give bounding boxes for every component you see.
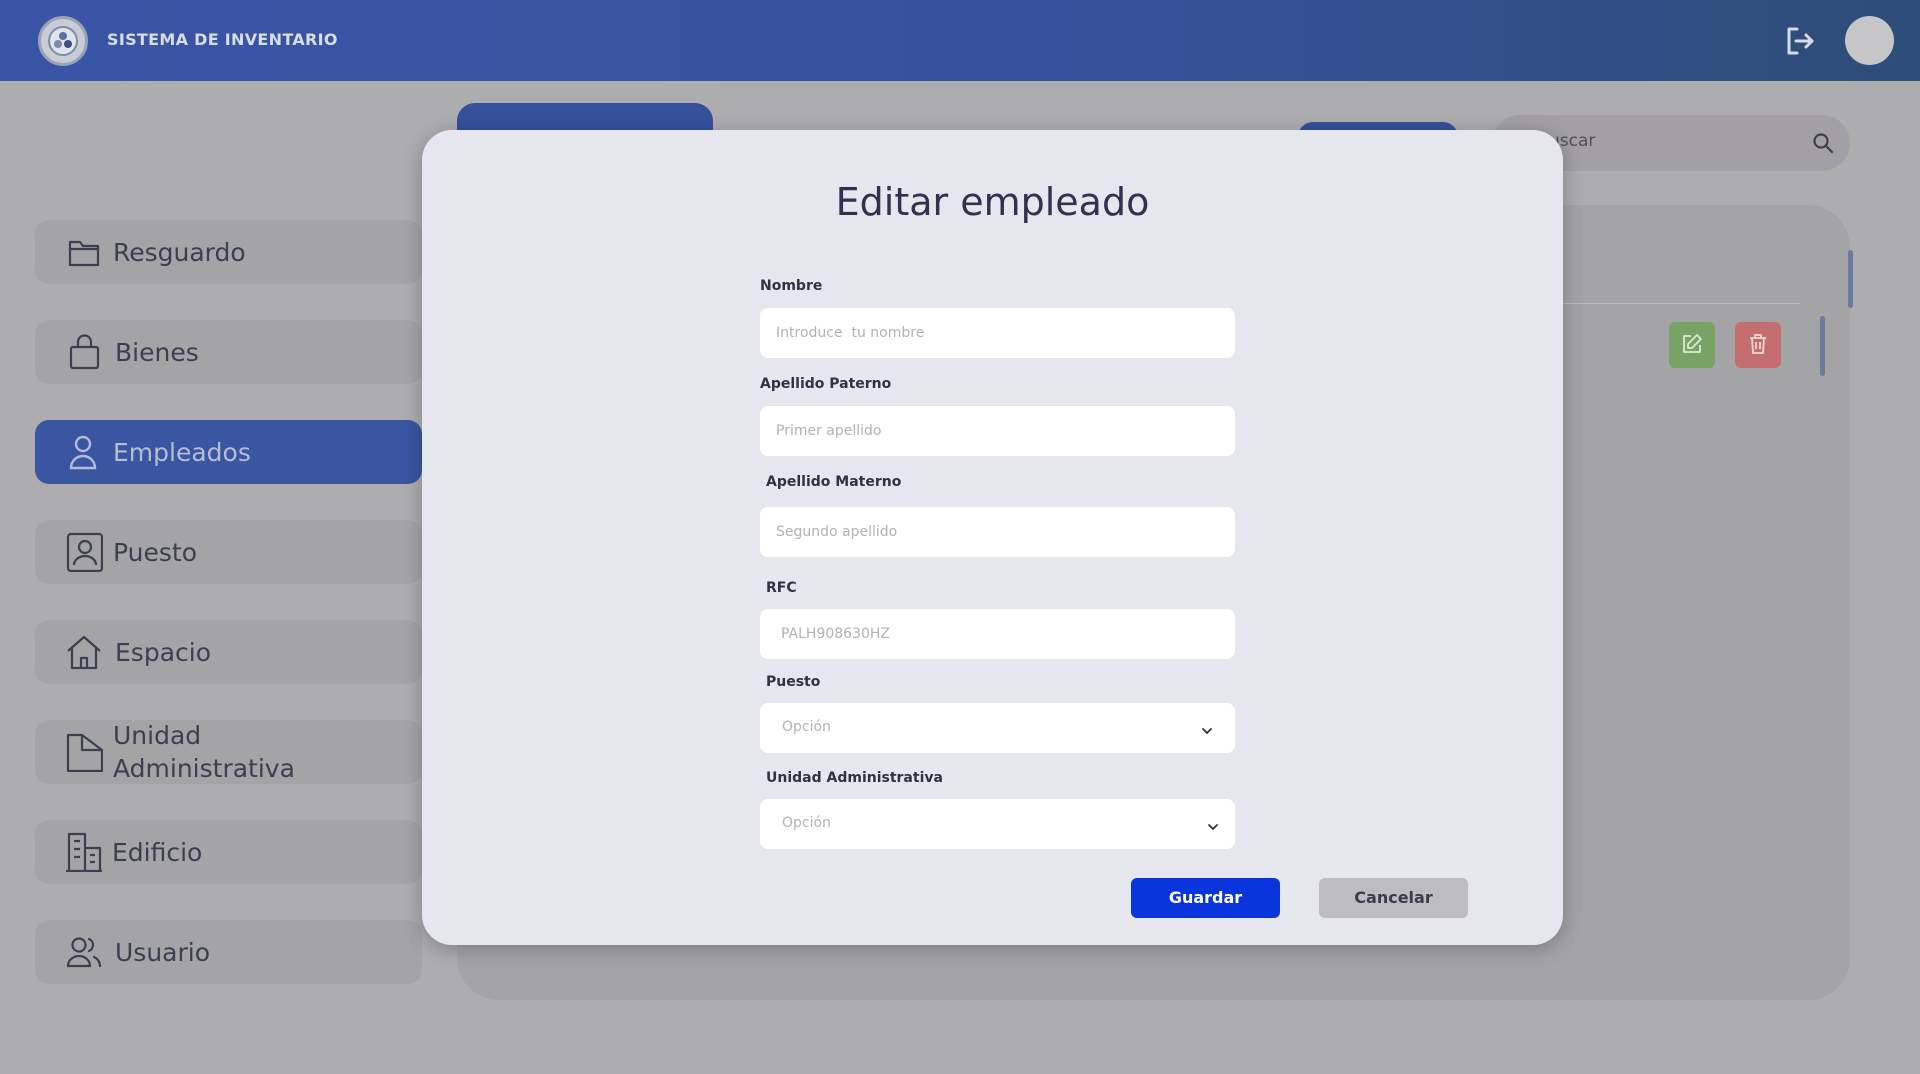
sidebar-item-puesto[interactable]: Puesto — [35, 520, 422, 584]
sidebar-item-bienes[interactable]: Bienes — [35, 320, 422, 384]
sidebar-item-label: Bienes — [115, 337, 199, 367]
puesto-label: Puesto — [766, 674, 821, 690]
unidad-administrativa-select[interactable]: Opción — [760, 799, 1235, 849]
sidebar-item-label: Resguardo — [113, 237, 246, 267]
app-title: SISTEMA DE INVENTARIO — [107, 30, 338, 49]
delete-button[interactable] — [1735, 322, 1781, 368]
puesto-select[interactable]: Opción — [760, 703, 1235, 753]
sidebar-item-unidad-administrativa[interactable]: Unidad Administrativa — [35, 720, 422, 784]
scrollbar[interactable] — [1848, 250, 1853, 308]
save-button[interactable]: Guardar — [1131, 878, 1280, 918]
sidebar-item-label: Empleados — [113, 437, 251, 467]
sidebar-item-label: Espacio — [115, 637, 211, 667]
chevron-down-icon — [1201, 722, 1213, 735]
app-logo — [38, 16, 88, 66]
sidebar-item-label: Edificio — [112, 837, 203, 867]
rfc-field[interactable] — [760, 609, 1235, 659]
apellido-paterno-field[interactable] — [760, 406, 1235, 456]
avatar[interactable] — [1845, 16, 1894, 65]
unidad-administrativa-selected-value: Opción — [782, 815, 831, 831]
edit-employee-modal: Editar empleado Nombre Apellido Paterno … — [422, 130, 1563, 945]
id-badge-icon — [65, 532, 104, 573]
apellido-materno-field[interactable] — [760, 507, 1235, 557]
logout-icon[interactable] — [1783, 24, 1817, 58]
rfc-label: RFC — [766, 580, 797, 596]
bag-icon — [65, 332, 103, 372]
user-icon — [65, 432, 103, 472]
chevron-down-icon — [1207, 818, 1219, 831]
apellido-materno-label: Apellido Materno — [766, 474, 902, 490]
unidad-administrativa-label: Unidad Administrativa — [766, 770, 943, 786]
puesto-selected-value: Opción — [782, 719, 831, 735]
apellido-paterno-label: Apellido Paterno — [760, 376, 892, 392]
sidebar-item-edificio[interactable]: Edificio — [35, 820, 422, 884]
nombre-field[interactable] — [760, 308, 1235, 358]
sidebar-item-label: Puesto — [113, 537, 197, 567]
table-header-divider — [1534, 303, 1800, 304]
edit-icon — [1683, 334, 1702, 353]
building-icon — [65, 832, 103, 873]
folder-icon — [65, 232, 103, 272]
trash-icon — [1750, 334, 1766, 354]
home-icon — [65, 632, 103, 672]
modal-title: Editar empleado — [835, 180, 1150, 224]
sidebar-item-espacio[interactable]: Espacio — [35, 620, 422, 684]
document-icon — [65, 732, 104, 773]
sidebar-item-label: Unidad Administrativa — [113, 721, 295, 783]
sidebar-item-resguardo[interactable]: Resguardo — [35, 220, 422, 284]
top-bar: SISTEMA DE INVENTARIO — [0, 0, 1920, 81]
users-icon — [65, 932, 103, 972]
search-icon[interactable] — [1812, 132, 1834, 154]
sidebar-item-empleados[interactable]: Empleados — [35, 420, 422, 484]
cancel-button[interactable]: Cancelar — [1319, 878, 1468, 918]
sidebar-item-usuario[interactable]: Usuario — [35, 920, 422, 984]
sidebar-item-label: Usuario — [115, 937, 211, 967]
table-scrollbar[interactable] — [1820, 316, 1825, 376]
edit-button[interactable] — [1669, 322, 1715, 368]
nombre-label: Nombre — [760, 278, 823, 294]
